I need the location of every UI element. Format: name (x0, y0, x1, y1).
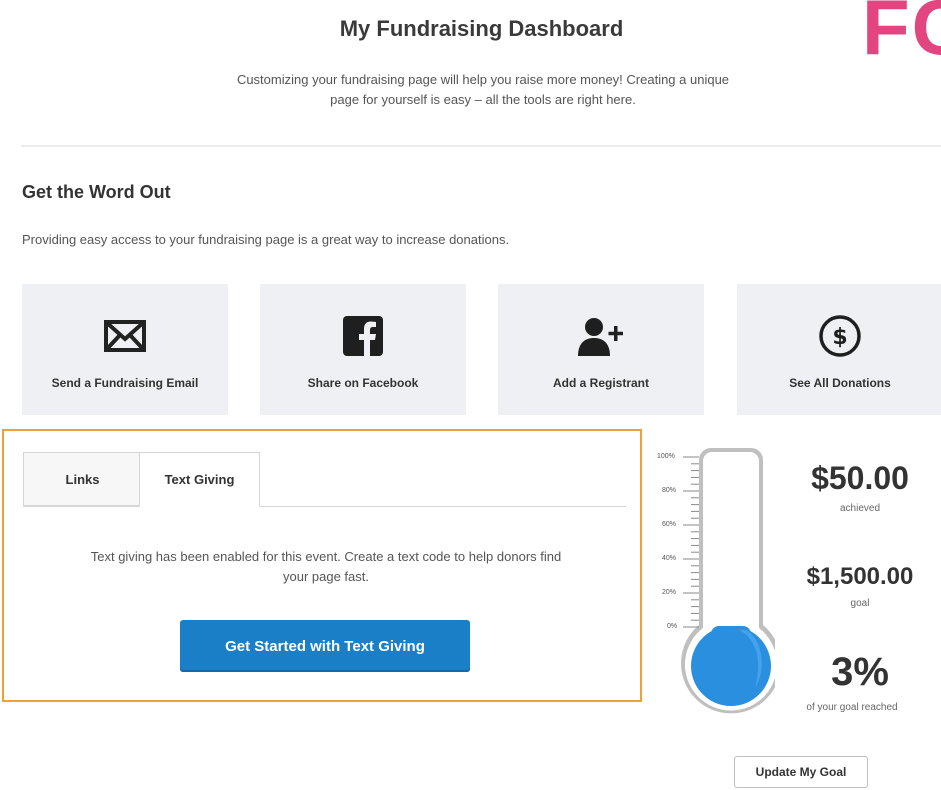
tick-label: 0% (667, 623, 678, 630)
tick-label: 80% (662, 487, 677, 494)
goal-amount: $1,500.00 (806, 563, 914, 590)
send-email-tile[interactable]: Send a Fundraising Email (22, 284, 228, 415)
facebook-icon (260, 314, 466, 358)
description-line-2: your page fast. (283, 569, 369, 584)
tile-label: Add a Registrant (552, 376, 649, 390)
intro-text: Customizing your fundraising page will h… (186, 70, 780, 110)
achieved-amount: $50.00 (811, 460, 909, 496)
get-started-text-giving-button[interactable]: Get Started with Text Giving (180, 620, 470, 672)
goal-label: goal (850, 598, 870, 609)
section-heading: Get the Word Out (22, 182, 171, 202)
tick-label: 60% (662, 521, 677, 528)
goal-percent-label: of your goal reached (806, 702, 898, 713)
update-goal-button[interactable]: Update My Goal (734, 756, 868, 788)
text-giving-panel: Links Text Giving Text giving has been e… (2, 429, 642, 702)
tick-label: 100% (657, 453, 675, 460)
tab-rule (23, 506, 140, 507)
add-registrant-tile[interactable]: Add a Registrant (498, 284, 704, 415)
brand-fragment: FC (862, 0, 941, 71)
tile-label: Send a Fundraising Email (51, 376, 199, 390)
achieved-label: achieved (839, 503, 881, 514)
goal-percent: 3% (831, 650, 889, 694)
tick-label: 40% (662, 555, 677, 562)
intro-line-2: page for yourself is easy – all the tool… (330, 92, 636, 107)
text-giving-description: Text giving has been enabled for this ev… (44, 547, 608, 587)
share-facebook-tile[interactable]: Share on Facebook (260, 284, 466, 415)
description-line-1: Text giving has been enabled for this ev… (90, 549, 562, 564)
svg-text:$: $ (832, 325, 847, 350)
envelope-icon (22, 314, 228, 358)
tick-label: 20% (662, 589, 677, 596)
tab-rule (259, 506, 626, 507)
tile-label: Share on Facebook (307, 376, 419, 390)
section-subheading: Providing easy access to your fundraisin… (22, 232, 510, 247)
intro-line-1: Customizing your fundraising page will h… (236, 72, 730, 87)
thermometer-scale (683, 456, 699, 628)
tab-text-giving[interactable]: Text Giving (139, 452, 260, 506)
add-user-icon (498, 314, 704, 358)
dollar-circle-icon: $ (737, 314, 941, 358)
page-title: My Fundraising Dashboard (339, 16, 624, 41)
divider (21, 145, 941, 147)
goal-thermometer: 100% 80% 60% 40% 20% 0% (655, 448, 775, 723)
tab-links[interactable]: Links (23, 452, 141, 506)
tile-label: See All Donations (789, 376, 891, 390)
see-donations-tile[interactable]: $ See All Donations (737, 284, 941, 415)
